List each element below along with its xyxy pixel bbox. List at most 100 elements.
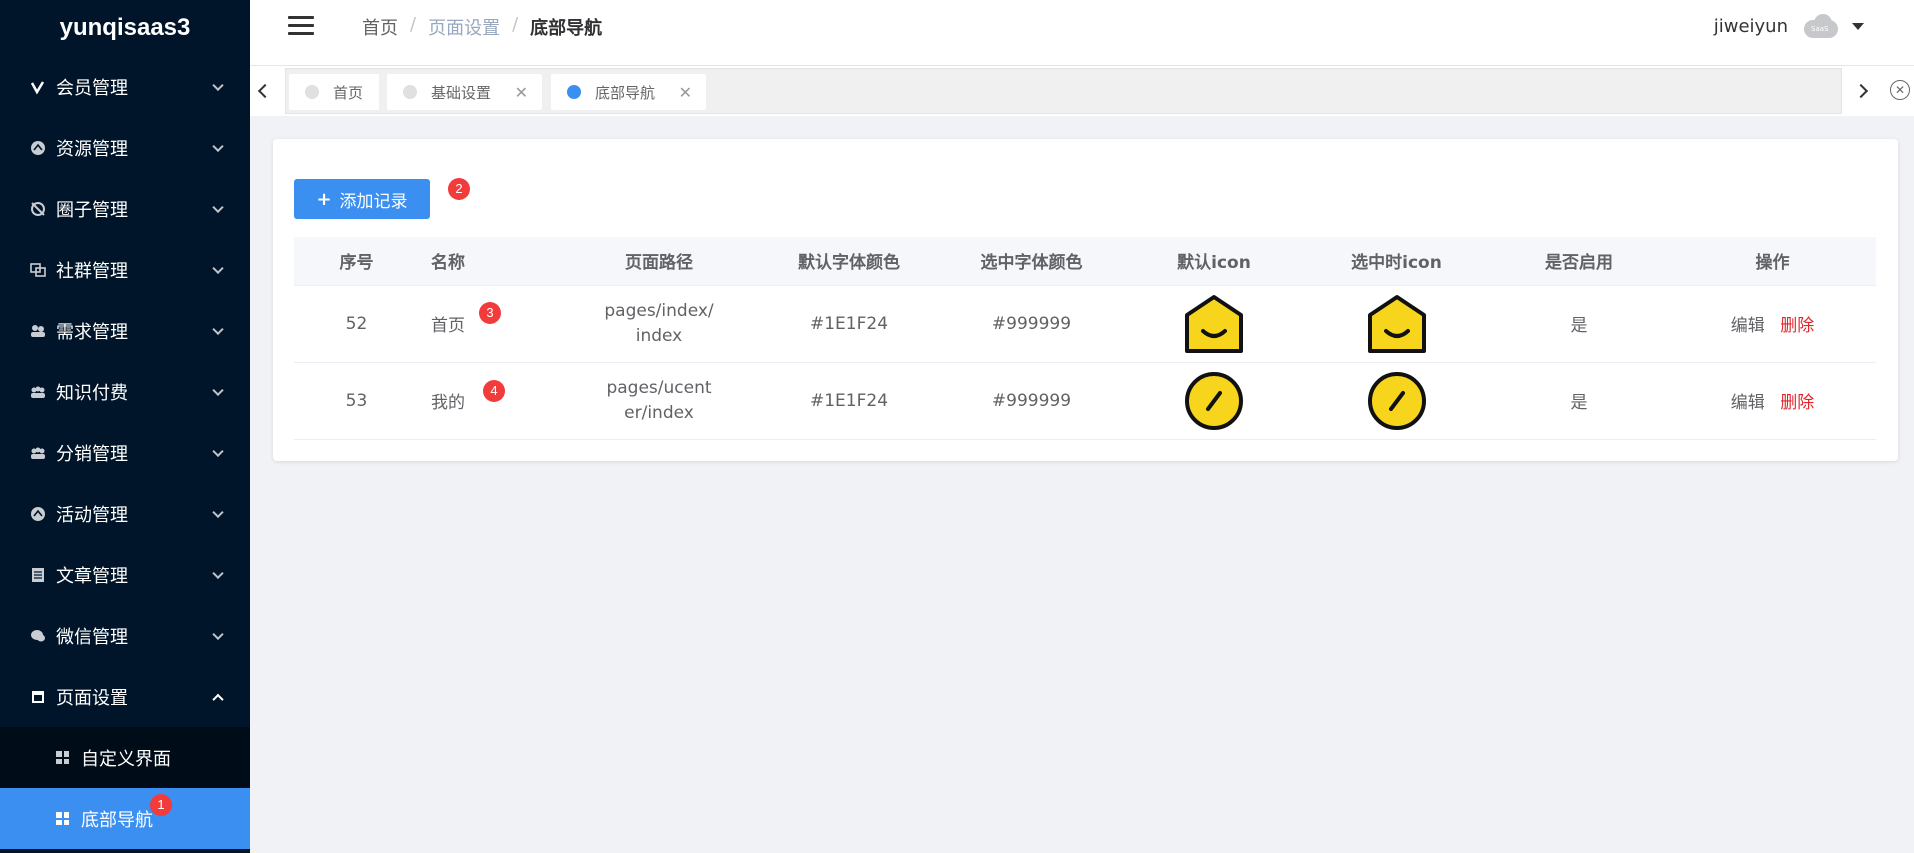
close-all-tabs-icon[interactable]: ✕ [1890,80,1910,100]
add-record-label: 添加记录 [339,191,408,212]
breadcrumb-home[interactable]: 首页 [362,14,398,40]
breadcrumb-page-settings[interactable]: 页面设置 [428,14,500,40]
close-icon[interactable]: ✕ [679,83,692,102]
annotation-badge: 1 [150,794,172,816]
caret-down-icon[interactable] [1852,22,1864,30]
cell-default-icon [1124,362,1304,440]
user-menu[interactable]: jiweiyun SaaS [1714,12,1864,40]
table-header-row: 序号 名称 页面路径 默认字体颜色 选中字体颜色 默认icon 选中时icon … [294,237,1876,286]
name-text: 首页 [431,316,465,336]
content-card: + 添加记录 2 序号 名称 页面路径 默认字体颜色 选中字体颜色 默认icon… [273,139,1898,461]
sidebar-item-circle[interactable]: 圈子管理 [0,178,250,239]
home-icon [1185,294,1243,353]
sidebar-item-demand[interactable]: 需求管理 [0,300,250,361]
cell-selected-color: #999999 [939,362,1124,440]
sidebar-item-community[interactable]: 社群管理 [0,239,250,300]
cell-selected-icon [1304,285,1489,363]
edit-button[interactable]: 编辑 [1731,393,1765,413]
chevron-down-icon [212,384,224,396]
avatar: SaaS [1798,12,1842,40]
cell-actions: 编辑 删除 [1669,285,1876,363]
tab-label: 首页 [333,83,364,102]
sidebar-item-resource[interactable]: 资源管理 [0,117,250,178]
cell-default-color: #1E1F24 [759,285,939,363]
cell-name: 我的 4 [419,362,559,440]
cell-selected-color: #999999 [939,285,1124,363]
tab-home[interactable]: 首页 [289,74,379,110]
tabs-scroll-right-button[interactable] [1846,66,1876,116]
close-icon[interactable]: ✕ [515,83,528,102]
cell-path: pages/index/index [559,285,759,363]
sidebar-item-member[interactable]: 会员管理 [0,56,250,117]
activity-icon [30,506,46,522]
sidebar-item-label: 页面设置 [56,687,128,709]
annotation-badge: 2 [448,178,470,200]
delete-button[interactable]: 删除 [1780,393,1814,413]
sidebar-item-distribution[interactable]: 分销管理 [0,422,250,483]
column-header: 选中字体颜色 [939,237,1124,286]
sidebar-subitem-custom-ui[interactable]: 自定义界面 [0,727,250,788]
sidebar-item-label: 文章管理 [56,565,128,587]
cell-default-icon [1124,285,1304,363]
column-header: 默认icon [1124,237,1304,286]
column-header: 默认字体颜色 [759,237,939,286]
breadcrumb-separator: / [410,14,417,35]
circle-icon [30,201,46,217]
tab-bottom-nav[interactable]: 底部导航 ✕ [551,74,706,110]
community-icon [30,262,46,278]
tabs-scroll-left-button[interactable] [250,66,280,116]
sidebar-item-label: 知识付费 [56,382,128,404]
member-icon [30,79,46,95]
grid-icon [56,751,69,764]
breadcrumb-separator: / [512,14,519,35]
cell-actions: 编辑 删除 [1669,362,1876,440]
add-record-button[interactable]: + 添加记录 [294,179,430,219]
sidebar-item-page-settings[interactable]: 页面设置 [0,666,250,727]
tab-label: 基础设置 [431,83,492,102]
cell-default-color: #1E1F24 [759,362,939,440]
chevron-down-icon [212,79,224,91]
hamburger-icon[interactable] [288,16,314,40]
edit-button[interactable]: 编辑 [1731,316,1765,336]
wechat-icon [30,628,46,644]
tabs-bar: 首页 基础设置 ✕ 底部导航 ✕ ✕ [250,66,1914,116]
sidebar-item-wechat[interactable]: 微信管理 [0,605,250,666]
sidebar-submenu: 自定义界面 底部导航 1 [0,727,250,849]
sidebar-item-label: 社群管理 [56,260,128,282]
sidebar-item-article[interactable]: 文章管理 [0,544,250,605]
table-row: 53 我的 4 pages/ucenter/index #1E1F24 #999… [294,362,1876,440]
annotation-badge: 3 [479,301,501,324]
name-text: 我的 [431,393,465,413]
sidebar-item-label: 圈子管理 [56,199,128,221]
breadcrumb-current: 底部导航 [530,18,603,39]
chevron-down-icon [212,323,224,335]
chevron-right-icon [1853,83,1869,99]
knowledge-icon [30,384,46,400]
top-header: 首页 / 页面设置 / 底部导航 jiweiyun SaaS [250,0,1914,66]
plus-icon: + [316,188,332,210]
cell-path: pages/ucenter/index [559,362,759,440]
sidebar-item-label: 需求管理 [56,321,128,343]
profile-icon [1367,371,1426,430]
sidebar-item-label: 会员管理 [56,77,128,99]
breadcrumb: 首页 / 页面设置 / 底部导航 [362,14,602,40]
column-header: 是否启用 [1489,237,1669,286]
path-text: pages/ucenter/index [606,377,712,423]
app-logo: yunqisaas3 [59,14,191,41]
chevron-left-icon [257,83,273,99]
tab-dot [305,85,319,99]
tabs-scroll-area: 首页 基础设置 ✕ 底部导航 ✕ [285,68,1842,114]
sidebar-item-knowledge[interactable]: 知识付费 [0,361,250,422]
path-text: pages/index/index [604,300,714,346]
sidebar-subitem-bottom-nav[interactable]: 底部导航 1 [0,788,250,849]
sidebar-item-activity[interactable]: 活动管理 [0,483,250,544]
annotation-badge: 4 [483,379,505,402]
delete-button[interactable]: 删除 [1780,316,1814,336]
column-header: 名称 [419,237,559,286]
cell-enabled: 是 [1489,285,1669,363]
chevron-down-icon [212,506,224,518]
grid-icon [56,812,69,825]
tab-basic-settings[interactable]: 基础设置 ✕ [387,74,542,110]
chevron-down-icon [212,140,224,152]
cell-enabled: 是 [1489,362,1669,440]
